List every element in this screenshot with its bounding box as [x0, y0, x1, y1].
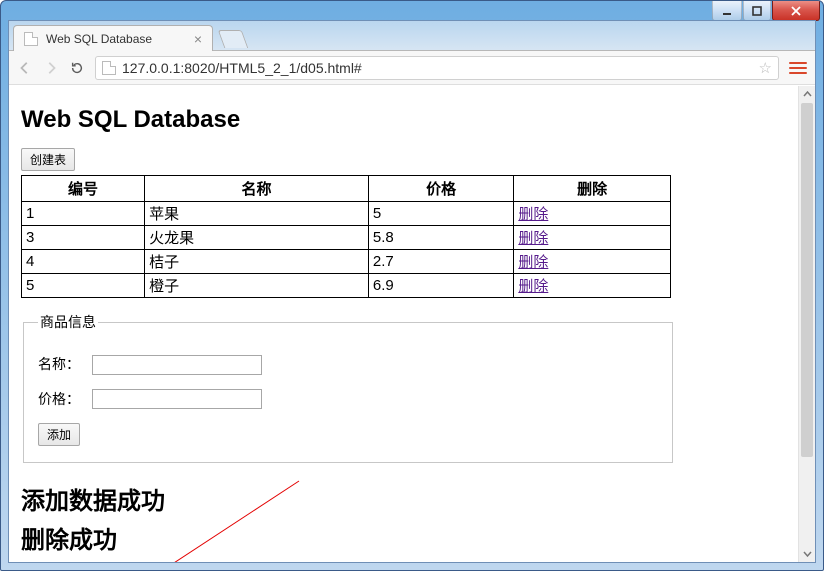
menu-bar-icon [789, 72, 807, 74]
cell-del: 删除 [514, 226, 671, 250]
browser-frame: Web SQL Database × 127.0.0.1:8020/HTML5_… [8, 20, 816, 563]
address-bar[interactable]: 127.0.0.1:8020/HTML5_2_1/d05.html# ☆ [95, 56, 779, 80]
tab-close-button[interactable]: × [194, 32, 202, 46]
browser-menu-button[interactable] [789, 62, 807, 74]
url-text: 127.0.0.1:8020/HTML5_2_1/d05.html# [122, 60, 362, 76]
cell-name: 苹果 [145, 202, 369, 226]
status-line-1: 添加数据成功 [21, 481, 803, 516]
cell-del: 删除 [514, 202, 671, 226]
nav-reload-button[interactable] [69, 60, 85, 76]
col-name: 名称 [145, 176, 369, 202]
status-line-2: 删除成功 [21, 520, 803, 555]
status-messages: 添加数据成功 删除成功 [21, 481, 803, 555]
cell-id: 4 [22, 250, 145, 274]
menu-bar-icon [789, 62, 807, 64]
scroll-track[interactable] [799, 103, 815, 545]
cell-name: 桔子 [145, 250, 369, 274]
window-maximize-button[interactable] [743, 1, 771, 21]
page-content: Web SQL Database 创建表 编号 名称 价格 删除 1苹果5删除3… [9, 86, 815, 562]
window-minimize-button[interactable] [712, 1, 742, 21]
products-table: 编号 名称 价格 删除 1苹果5删除3火龙果5.8删除4桔子2.7删除5橙子6.… [21, 175, 671, 298]
delete-link[interactable]: 删除 [518, 278, 548, 295]
cell-del: 删除 [514, 274, 671, 298]
price-field[interactable] [92, 389, 262, 409]
form-legend: 商品信息 [38, 312, 98, 332]
minimize-icon [722, 6, 732, 16]
bookmark-star-icon[interactable]: ☆ [759, 59, 772, 77]
cell-id: 1 [22, 202, 145, 226]
chevron-up-icon [803, 90, 812, 99]
os-window: Web SQL Database × 127.0.0.1:8020/HTML5_… [0, 0, 824, 571]
col-price: 价格 [368, 176, 513, 202]
arrow-right-icon [44, 61, 58, 75]
delete-link[interactable]: 删除 [518, 206, 548, 223]
window-close-button[interactable] [772, 1, 820, 21]
create-table-button[interactable]: 创建表 [21, 148, 75, 171]
browser-toolbar: 127.0.0.1:8020/HTML5_2_1/d05.html# ☆ [9, 51, 815, 85]
file-icon [24, 32, 38, 46]
cell-price: 5 [368, 202, 513, 226]
add-button[interactable]: 添加 [38, 423, 80, 446]
nav-forward-button[interactable] [43, 60, 59, 76]
scroll-down-button[interactable] [799, 545, 815, 562]
page-title: Web SQL Database [21, 106, 803, 134]
col-del: 删除 [514, 176, 671, 202]
new-tab-button[interactable] [218, 30, 249, 48]
table-row: 5橙子6.9 删除 [22, 274, 671, 298]
product-form: 商品信息 名称： 价格： 添加 [23, 312, 673, 463]
name-field[interactable] [92, 355, 262, 375]
cell-name: 火龙果 [145, 226, 369, 250]
close-icon [791, 6, 801, 16]
table-row: 3火龙果5.8 删除 [22, 226, 671, 250]
cell-price: 2.7 [368, 250, 513, 274]
maximize-icon [752, 6, 762, 16]
cell-del: 删除 [514, 250, 671, 274]
page-viewport: Web SQL Database 创建表 编号 名称 价格 删除 1苹果5删除3… [9, 86, 815, 562]
arrow-left-icon [18, 61, 32, 75]
chevron-down-icon [803, 549, 812, 558]
delete-link[interactable]: 删除 [518, 254, 548, 271]
table-header-row: 编号 名称 价格 删除 [22, 176, 671, 202]
name-label: 名称： [38, 354, 88, 374]
delete-link[interactable]: 删除 [518, 230, 548, 247]
cell-price: 6.9 [368, 274, 513, 298]
table-row: 1苹果5 删除 [22, 202, 671, 226]
table-row: 4桔子2.7 删除 [22, 250, 671, 274]
tab-title: Web SQL Database [46, 32, 152, 46]
nav-back-button[interactable] [17, 60, 33, 76]
scroll-thumb[interactable] [801, 103, 813, 457]
page-icon [102, 61, 116, 75]
vertical-scrollbar[interactable] [798, 86, 815, 562]
col-id: 编号 [22, 176, 145, 202]
browser-tab-active[interactable]: Web SQL Database × [13, 25, 213, 51]
cell-price: 5.8 [368, 226, 513, 250]
cell-id: 3 [22, 226, 145, 250]
scroll-up-button[interactable] [799, 86, 815, 103]
cell-id: 5 [22, 274, 145, 298]
menu-bar-icon [789, 67, 807, 69]
reload-icon [70, 61, 84, 75]
browser-tabstrip: Web SQL Database × [9, 21, 815, 51]
price-label: 价格： [38, 389, 88, 409]
cell-name: 橙子 [145, 274, 369, 298]
